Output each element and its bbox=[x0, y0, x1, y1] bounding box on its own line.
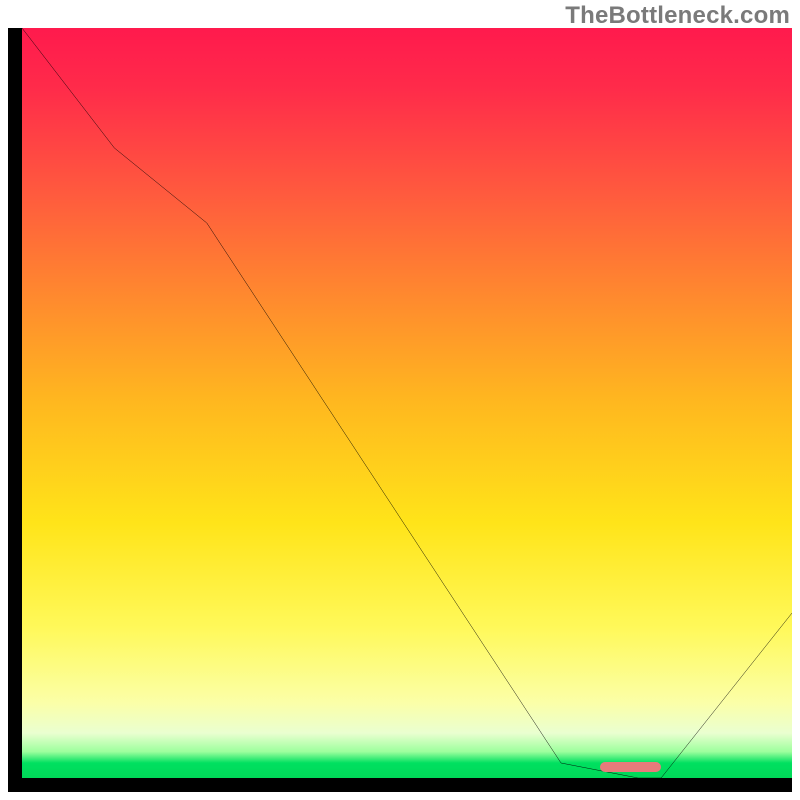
y-axis bbox=[8, 28, 22, 792]
bottleneck-curve bbox=[22, 28, 792, 778]
optimal-range-marker bbox=[600, 762, 662, 772]
plot-area bbox=[22, 28, 792, 778]
watermark-text: TheBottleneck.com bbox=[565, 2, 790, 30]
x-axis bbox=[8, 778, 792, 792]
chart-canvas: TheBottleneck.com bbox=[0, 0, 800, 800]
